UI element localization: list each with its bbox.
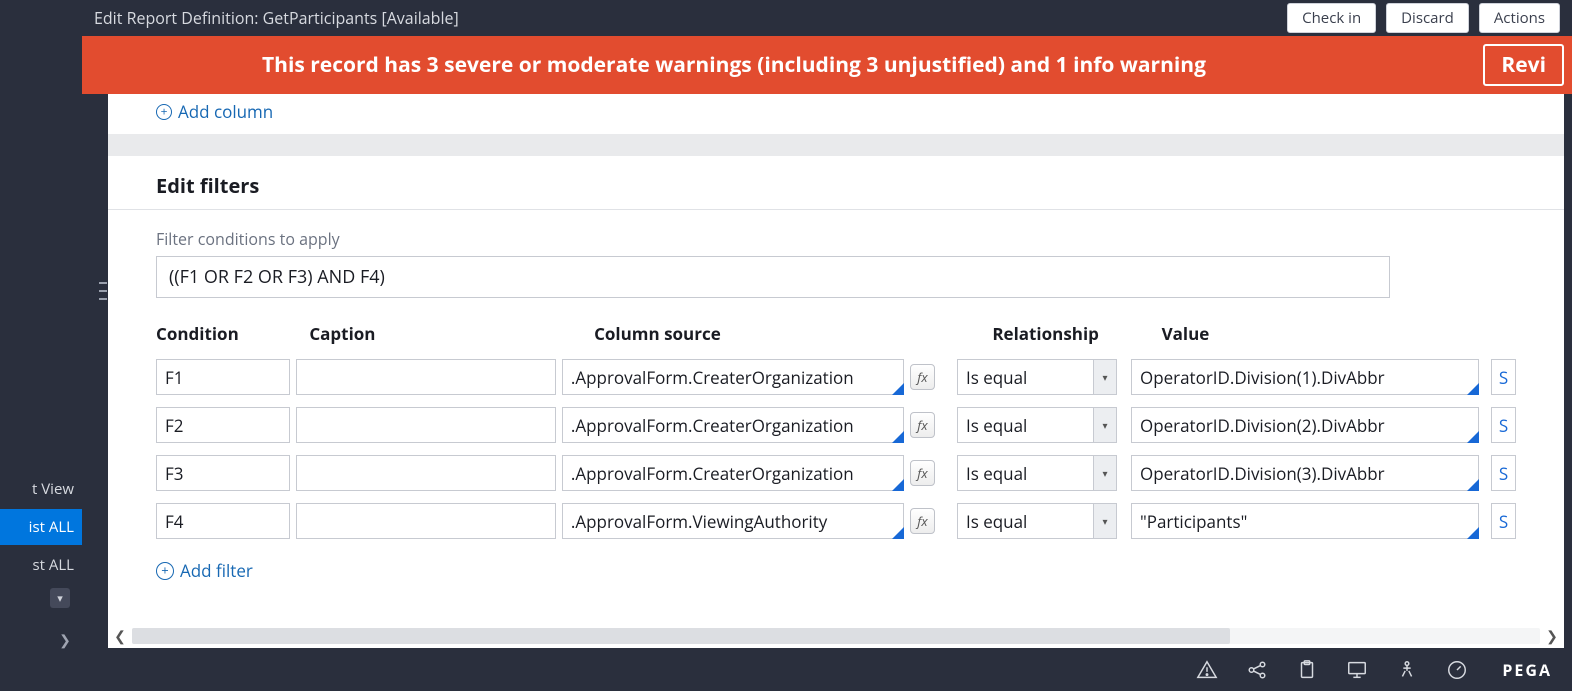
checkin-button[interactable]: Check in xyxy=(1287,3,1376,33)
warning-banner: This record has 3 severe or moderate war… xyxy=(82,36,1572,94)
gauge-icon[interactable] xyxy=(1446,659,1468,681)
fx-button[interactable]: fx xyxy=(910,460,935,486)
discard-button[interactable]: Discard xyxy=(1386,3,1469,33)
condition-input[interactable] xyxy=(156,359,290,395)
sidebar-item-st-all[interactable]: st ALL xyxy=(0,547,82,583)
col-condition: Condition xyxy=(156,322,309,345)
column-source-input[interactable] xyxy=(562,407,904,443)
presentation-icon[interactable] xyxy=(1346,659,1368,681)
filter-expression-input[interactable] xyxy=(156,256,1390,298)
filter-table-header: Condition Caption Column source Relation… xyxy=(156,322,1516,353)
scroll-track[interactable] xyxy=(132,628,1540,644)
fx-button[interactable]: fx xyxy=(910,508,935,534)
caption-input[interactable] xyxy=(296,503,556,539)
resize-handle-icon[interactable] xyxy=(99,282,107,300)
brand-logo: PEGA xyxy=(1502,659,1552,681)
value-input[interactable] xyxy=(1131,407,1479,443)
col-relationship: Relationship xyxy=(992,322,1161,345)
row-action-button[interactable]: S xyxy=(1491,455,1516,491)
chevron-down-icon[interactable]: ▾ xyxy=(1093,407,1117,443)
col-value: Value xyxy=(1162,322,1516,345)
page-header: Edit Report Definition: GetParticipants … xyxy=(82,0,1572,36)
edit-filters-heading: Edit filters xyxy=(108,156,1564,209)
left-sidebar: t View ist ALL st ALL ▾ ❯ xyxy=(0,0,82,691)
plus-circle-icon: + xyxy=(156,104,172,120)
row-action-button[interactable]: S xyxy=(1491,503,1516,539)
filter-row: fx ▾ S xyxy=(156,497,1516,545)
fx-button[interactable]: fx xyxy=(910,364,935,390)
footer-bar: PEGA xyxy=(82,649,1572,691)
column-source-input[interactable] xyxy=(562,359,904,395)
caption-input[interactable] xyxy=(296,455,556,491)
chevron-down-icon[interactable]: ▾ xyxy=(1093,503,1117,539)
section-divider xyxy=(108,134,1564,156)
warning-text: This record has 3 severe or moderate war… xyxy=(262,51,1206,79)
col-source: Column source xyxy=(594,322,992,345)
accessibility-icon[interactable] xyxy=(1396,659,1418,681)
horizontal-rule xyxy=(108,209,1564,210)
caption-input[interactable] xyxy=(296,407,556,443)
actions-button[interactable]: Actions xyxy=(1479,3,1560,33)
scroll-right-icon[interactable]: ❯ xyxy=(1540,627,1564,646)
row-action-button[interactable]: S xyxy=(1491,359,1516,395)
scroll-thumb[interactable] xyxy=(132,628,1230,644)
scroll-left-icon[interactable]: ❮ xyxy=(108,627,132,646)
filter-row: fx ▾ S xyxy=(156,353,1516,401)
sidebar-collapse-toggle[interactable]: ▾ xyxy=(50,588,70,608)
sidebar-item-list-all[interactable]: ist ALL xyxy=(0,509,82,545)
condition-input[interactable] xyxy=(156,503,290,539)
page-title: Edit Report Definition: GetParticipants … xyxy=(94,7,1287,29)
share-icon[interactable] xyxy=(1246,659,1268,681)
fx-button[interactable]: fx xyxy=(910,412,935,438)
column-source-input[interactable] xyxy=(562,455,904,491)
chevron-down-icon[interactable]: ▾ xyxy=(1093,359,1117,395)
plus-circle-icon: + xyxy=(156,562,174,580)
clipboard-icon[interactable] xyxy=(1296,659,1318,681)
chevron-down-icon[interactable]: ▾ xyxy=(1093,455,1117,491)
row-action-button[interactable]: S xyxy=(1491,407,1516,443)
column-source-input[interactable] xyxy=(562,503,904,539)
value-input[interactable] xyxy=(1131,503,1479,539)
sidebar-expand-icon[interactable]: ❯ xyxy=(55,630,75,650)
review-button[interactable]: Revi xyxy=(1483,44,1564,86)
caption-input[interactable] xyxy=(296,359,556,395)
condition-input[interactable] xyxy=(156,407,290,443)
condition-input[interactable] xyxy=(156,455,290,491)
filter-conditions-label: Filter conditions to apply xyxy=(108,228,1564,256)
value-input[interactable] xyxy=(1131,359,1479,395)
sidebar-item-view[interactable]: t View xyxy=(0,471,82,507)
add-filter-link[interactable]: + Add filter xyxy=(108,545,1564,582)
value-input[interactable] xyxy=(1131,455,1479,491)
filter-row: fx ▾ S xyxy=(156,449,1516,497)
horizontal-scrollbar[interactable]: ❮ ❯ xyxy=(108,624,1564,648)
warning-icon[interactable] xyxy=(1196,659,1218,681)
main-content: + Add column Edit filters Filter conditi… xyxy=(108,94,1564,624)
col-caption: Caption xyxy=(309,322,594,345)
add-column-link[interactable]: + Add column xyxy=(156,100,273,123)
filter-row: fx ▾ S xyxy=(156,401,1516,449)
